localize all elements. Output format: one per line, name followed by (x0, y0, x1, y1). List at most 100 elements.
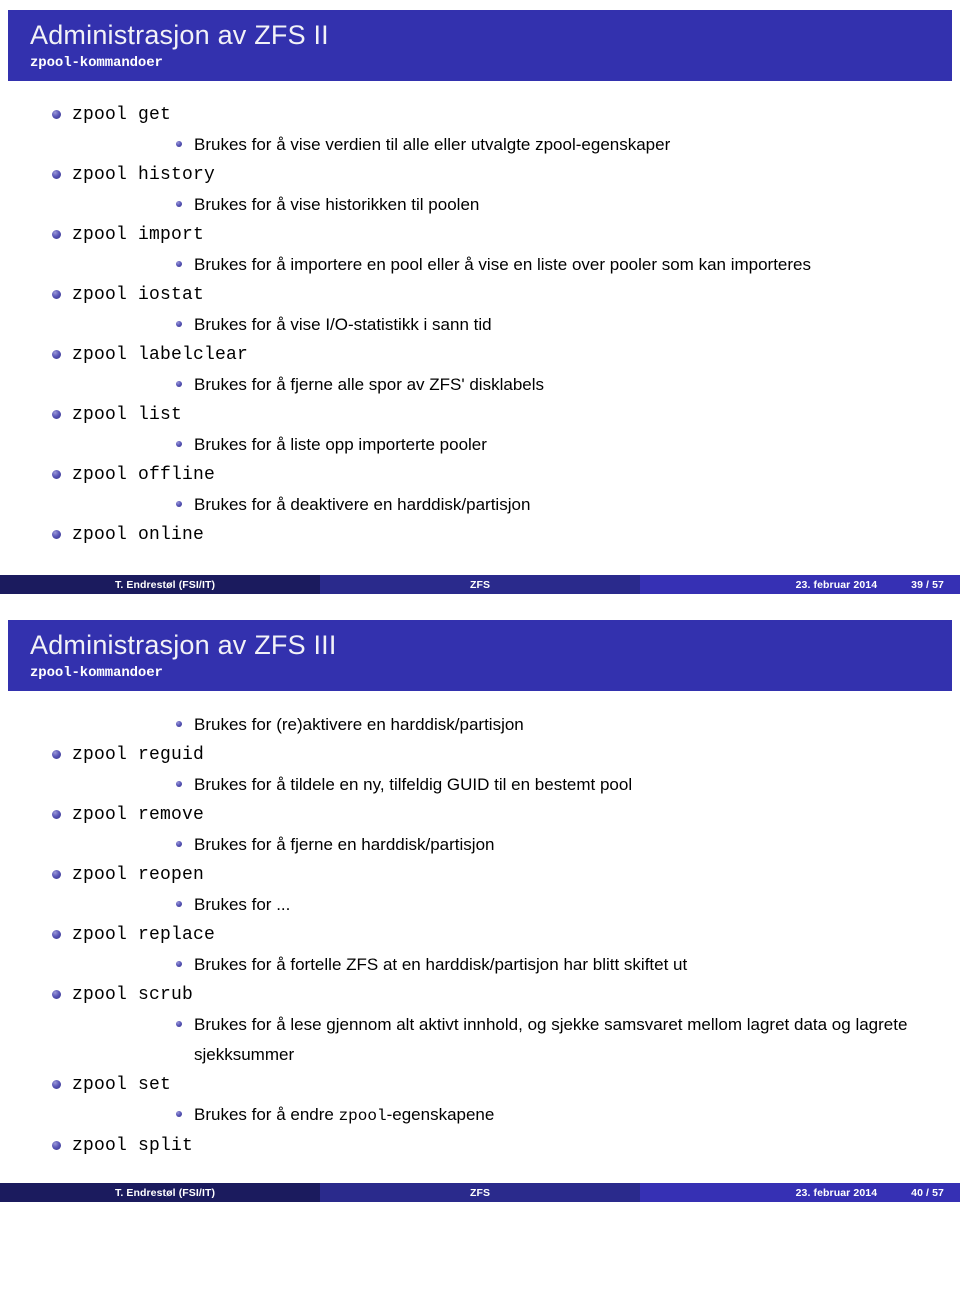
list-item: Brukes for å fjerne alle spor av ZFS' di… (72, 370, 960, 400)
bullet-icon (176, 501, 182, 507)
bullet-icon (52, 410, 61, 419)
command-label: zpool split (72, 1136, 194, 1156)
footer-subject: ZFS (320, 575, 641, 594)
sub-list: Brukes for å tildele en ny, tilfeldig GU… (72, 770, 960, 800)
command-label: zpool history (72, 165, 216, 185)
list-item: zpool list Brukes for å liste opp import… (0, 400, 960, 460)
bullet-icon (52, 230, 61, 239)
bullet-icon (52, 1141, 61, 1150)
list-item: zpool import Brukes for å importere en p… (0, 220, 960, 280)
list-item: Brukes for å tildele en ny, tilfeldig GU… (72, 770, 960, 800)
bullet-icon (176, 141, 182, 147)
list-item: Brukes for å vise historikken til poolen (72, 190, 960, 220)
slide-1-footer: T. Endrestøl (FSI/IT) ZFS 23. februar 20… (0, 575, 960, 594)
bullet-icon (176, 721, 182, 727)
bullet-icon (52, 290, 61, 299)
command-description: Brukes for å vise verdien til alle eller… (194, 135, 671, 154)
sub-list: Brukes for å lese gjennom alt aktivt inn… (72, 1010, 960, 1070)
command-description: Brukes for å deaktivere en harddisk/part… (194, 495, 531, 514)
slide-1-subtitle: zpool-kommandoer (30, 55, 163, 72)
command-label: zpool replace (72, 925, 216, 945)
list-item: zpool replace Brukes for å fortelle ZFS … (0, 920, 960, 980)
list-item: Brukes for å importere en pool eller å v… (72, 250, 960, 280)
command-list: zpool get Brukes for å vise verdien til … (0, 100, 960, 550)
bullet-icon (52, 170, 61, 179)
footer-subject: ZFS (320, 1183, 641, 1202)
footer-page-number: 39 / 57 (911, 578, 944, 591)
list-item: zpool split (0, 1131, 960, 1161)
bullet-icon (52, 470, 61, 479)
list-item: zpool history Brukes for å vise historik… (0, 160, 960, 220)
slide-2-titlebar: Administrasjon av ZFS III zpool-kommando… (8, 620, 952, 692)
command-label: zpool offline (72, 465, 216, 485)
list-item: zpool labelclear Brukes for å fjerne all… (0, 340, 960, 400)
bullet-icon (176, 261, 182, 267)
footer-meta: 23. februar 2014 40 / 57 (640, 1183, 960, 1202)
command-description: Brukes for å vise historikken til poolen (194, 195, 480, 214)
sub-list: Brukes for å liste opp importerte pooler (72, 430, 960, 460)
footer-date: 23. februar 2014 (795, 1186, 878, 1199)
footer-meta: 23. februar 2014 39 / 57 (640, 575, 960, 594)
command-label: zpool import (72, 225, 205, 245)
sub-list: Brukes for å deaktivere en harddisk/part… (72, 490, 960, 520)
desc-suffix: -egenskapene (386, 1105, 495, 1124)
slide-2-title: Administrasjon av ZFS III (30, 630, 337, 660)
bullet-icon (52, 350, 61, 359)
command-label: zpool scrub (72, 985, 194, 1005)
list-item: Brukes for å vise verdien til alle eller… (72, 130, 960, 160)
list-item: zpool scrub Brukes for å lese gjennom al… (0, 980, 960, 1070)
list-item: zpool offline Brukes for å deaktivere en… (0, 460, 960, 520)
list-item: Brukes for å vise I/O-statistikk i sann … (72, 310, 960, 340)
bullet-icon (176, 781, 182, 787)
list-item: Brukes for (re)aktivere en harddisk/part… (72, 710, 960, 740)
bullet-icon (176, 901, 182, 907)
slide-1-title: Administrasjon av ZFS II (30, 20, 329, 50)
command-label: zpool labelclear (72, 345, 249, 365)
command-label: zpool reopen (72, 865, 205, 885)
sub-list: Brukes for å fortelle ZFS at en harddisk… (72, 950, 960, 980)
command-label: zpool list (72, 405, 183, 425)
sub-list: Brukes for å vise I/O-statistikk i sann … (72, 310, 960, 340)
command-description: Brukes for å fjerne en harddisk/partisjo… (194, 835, 495, 854)
command-label: zpool iostat (72, 285, 205, 305)
bullet-icon (176, 1021, 182, 1027)
command-description: Brukes for å fjerne alle spor av ZFS' di… (194, 375, 545, 394)
sub-list: Brukes for å vise verdien til alle eller… (72, 130, 960, 160)
list-item: zpool set Brukes for å endre zpool-egens… (0, 1070, 960, 1131)
command-description: Brukes for å importere en pool eller å v… (194, 255, 812, 274)
bullet-icon (176, 381, 182, 387)
list-item: Brukes for å deaktivere en harddisk/part… (72, 490, 960, 520)
bullet-icon (52, 990, 61, 999)
sub-list: Brukes for å importere en pool eller å v… (72, 250, 960, 280)
command-description: Brukes for å lese gjennom alt aktivt inn… (194, 1015, 908, 1064)
command-label: zpool reguid (72, 745, 205, 765)
command-description: Brukes for å vise I/O-statistikk i sann … (194, 315, 492, 334)
slide-zfs-iii: Administrasjon av ZFS III zpool-kommando… (0, 610, 960, 1218)
bullet-icon (52, 750, 61, 759)
bullet-icon (52, 1080, 61, 1089)
slide-1-titlebar: Administrasjon av ZFS II zpool-kommandoe… (8, 10, 952, 82)
bullet-icon (176, 841, 182, 847)
bullet-icon (176, 1111, 182, 1117)
sub-list: Brukes for å vise historikken til poolen (72, 190, 960, 220)
command-label: zpool set (72, 1075, 172, 1095)
list-item: zpool get Brukes for å vise verdien til … (0, 100, 960, 160)
footer-author: T. Endrestøl (FSI/IT) (0, 1183, 321, 1202)
list-item: Brukes for å fjerne en harddisk/partisjo… (72, 830, 960, 860)
sub-list: Brukes for (re)aktivere en harddisk/part… (72, 710, 960, 740)
command-label: zpool online (72, 525, 205, 545)
command-list: Brukes for (re)aktivere en harddisk/part… (0, 710, 960, 1161)
list-item: zpool iostat Brukes for å vise I/O-stati… (0, 280, 960, 340)
bullet-icon (176, 441, 182, 447)
sub-list: Brukes for å fjerne en harddisk/partisjo… (72, 830, 960, 860)
desc-mono-token: zpool (338, 1107, 387, 1125)
slide-zfs-ii: Administrasjon av ZFS II zpool-kommandoe… (0, 0, 960, 610)
bullet-icon (52, 810, 61, 819)
list-item: Brukes for ... (72, 890, 960, 920)
sub-list: Brukes for å endre zpool-egenskapene (72, 1100, 960, 1131)
bullet-icon (176, 961, 182, 967)
command-description: Brukes for å liste opp importerte pooler (194, 435, 487, 454)
bullet-icon (52, 870, 61, 879)
command-description: Brukes for å endre zpool-egenskapene (194, 1100, 960, 1131)
command-label: zpool get (72, 105, 172, 125)
